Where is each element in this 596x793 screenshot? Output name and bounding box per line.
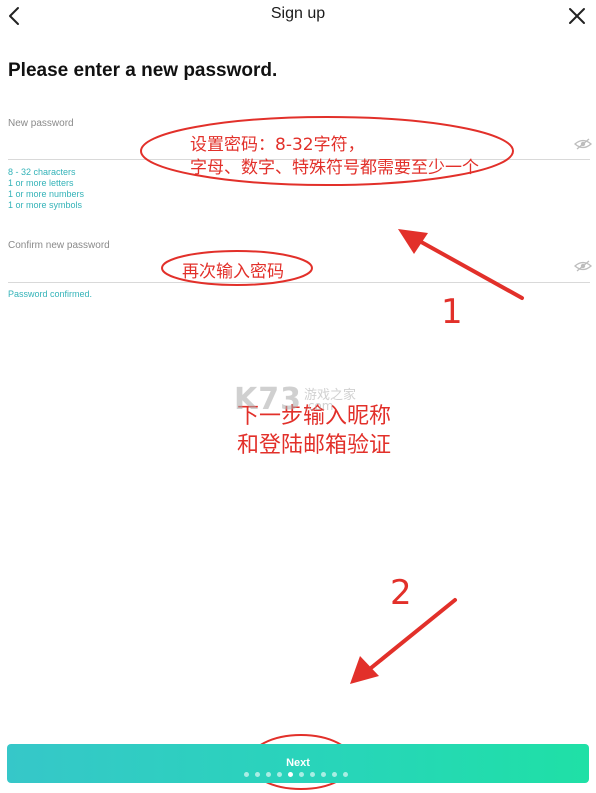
step-1-label: 1 [441,292,463,332]
progress-dot [299,772,304,777]
progress-dot [244,772,249,777]
watermark-domain: .com [304,399,334,413]
arrow-1-shaft [412,236,524,300]
progress-dot [310,772,315,777]
watermark-logo: K73 游戏之家 .com [234,382,356,417]
confirm-note: 再次输入密码 [182,262,284,282]
progress-dot [266,772,271,777]
next-step-note-line2: 和登陆邮箱验证 [237,433,392,458]
progress-dot [332,772,337,777]
progress-dot [288,772,293,777]
password-note-line1: 设置密码：8-32字符， [190,135,365,155]
watermark-logo-text: K73 [234,382,302,417]
arrow-2-head [350,656,379,684]
next-button-label: Next [286,757,310,769]
progress-dot [343,772,348,777]
progress-dot [321,772,326,777]
password-note-line2: 字母、数字、特殊符号都需要至少一个 [190,158,479,178]
progress-dot [277,772,282,777]
progress-dot [255,772,260,777]
step-2-label: 2 [390,573,412,613]
